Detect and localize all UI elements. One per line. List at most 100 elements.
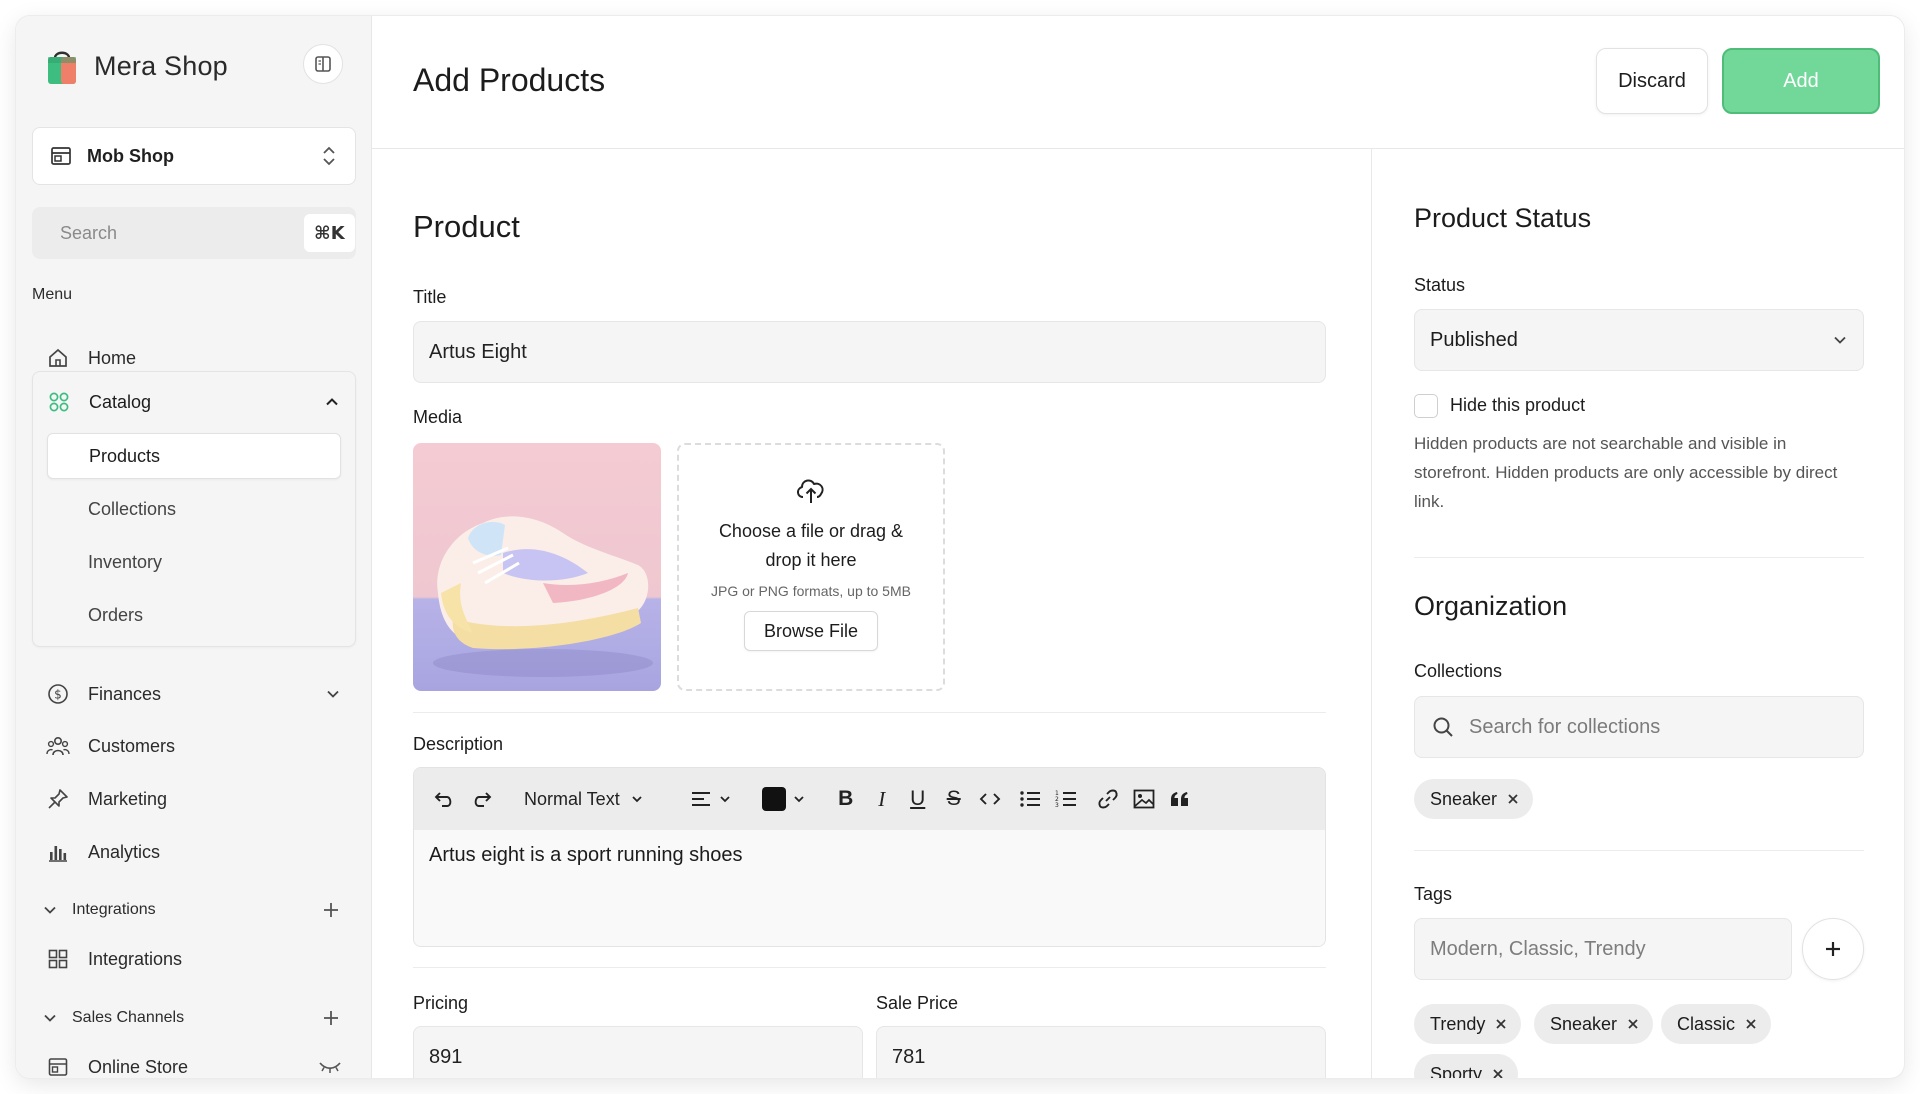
underline-button[interactable]: U — [900, 781, 936, 817]
remove-chip-button[interactable] — [1627, 1018, 1639, 1030]
bar-chart-icon — [49, 846, 67, 862]
strikethrough-button[interactable]: S — [936, 781, 972, 817]
menu-label: Menu — [32, 286, 73, 303]
remove-chip-button[interactable] — [1492, 1068, 1504, 1078]
chevron-down-icon — [327, 690, 339, 698]
text-style-dropdown[interactable]: Normal Text — [524, 781, 644, 817]
sidebar-item-inventory[interactable]: Inventory — [47, 539, 341, 585]
svg-text:$: $ — [54, 688, 62, 702]
numbered-list-icon: 123 — [1055, 790, 1076, 808]
collapse-sidebar-button[interactable] — [303, 44, 343, 84]
remove-chip-button[interactable] — [1745, 1018, 1757, 1030]
sidebar-item-label: Analytics — [88, 841, 161, 862]
sales-channels-section-header[interactable]: Sales Channels — [32, 1000, 356, 1036]
sidebar-item-integrations[interactable]: Integrations — [32, 937, 356, 981]
bold-button[interactable]: B — [828, 781, 864, 817]
sidebar-item-customers[interactable]: Customers — [32, 724, 356, 768]
undo-button[interactable] — [428, 781, 460, 817]
remove-chip-button[interactable] — [1495, 1018, 1507, 1030]
divider — [413, 712, 1326, 713]
section-label: Integrations — [72, 901, 156, 918]
search-input[interactable] — [60, 222, 292, 244]
sidebar-item-label: Integrations — [88, 948, 183, 969]
quote-button[interactable] — [1162, 781, 1198, 817]
page-title: Add Products — [413, 62, 606, 98]
plus-icon[interactable] — [322, 1009, 340, 1027]
sidebar-item-marketing[interactable]: Marketing — [32, 777, 356, 821]
browse-file-button[interactable]: Browse File — [744, 611, 878, 651]
tag-chip: Classic — [1661, 1004, 1772, 1044]
collections-label: Collections — [1414, 661, 1503, 681]
sidebar-item-analytics[interactable]: Analytics — [32, 830, 356, 874]
section-label: Sales Channels — [72, 1009, 185, 1026]
sidebar-item-collections[interactable]: Collections — [47, 486, 341, 532]
page-header: Add Products Discard Add — [372, 16, 1904, 149]
sidebar-item-products[interactable]: Products — [47, 433, 341, 479]
product-image[interactable] — [413, 443, 661, 691]
italic-icon: I — [878, 786, 886, 811]
sneaker-photo — [413, 443, 661, 691]
sidebar-search: ⌘K — [32, 207, 356, 259]
chip-label: Trendy — [1430, 1013, 1486, 1034]
image-icon — [1133, 789, 1155, 809]
integrations-section-header[interactable]: Integrations — [32, 892, 356, 928]
sidebar-item-orders[interactable]: Orders — [47, 592, 341, 638]
description-label: Description — [413, 734, 504, 754]
tags-label: Tags — [1414, 884, 1453, 904]
discard-button[interactable]: Discard — [1596, 48, 1708, 114]
chip-label: Classic — [1677, 1013, 1736, 1034]
image-button[interactable] — [1126, 781, 1162, 817]
product-section: Product Title Media — [372, 149, 1372, 1078]
remove-chip-button[interactable] — [1507, 793, 1519, 805]
sidebar-item-label: Catalog — [89, 391, 152, 412]
code-button[interactable] — [972, 781, 1008, 817]
dropzone-note: JPG or PNG formats, up to 5MB — [711, 583, 911, 599]
align-dropdown[interactable] — [690, 781, 732, 817]
italic-button[interactable]: I — [864, 781, 900, 817]
redo-icon — [474, 792, 492, 807]
status-dropdown[interactable]: Published — [1414, 309, 1864, 371]
main-content: Add Products Discard Add Product Title M… — [372, 16, 1904, 1078]
undo-icon — [434, 792, 452, 807]
chevron-up-icon — [326, 398, 338, 406]
title-input[interactable] — [413, 321, 1326, 383]
bullet-list-button[interactable] — [1012, 781, 1048, 817]
bullet-list-icon — [1020, 791, 1040, 807]
media-dropzone[interactable]: Choose a file or drag & drop it here JPG… — [677, 443, 945, 691]
redo-button[interactable] — [466, 781, 498, 817]
text-style-value: Normal Text — [524, 788, 620, 809]
bold-icon: B — [838, 787, 854, 810]
pricing-input[interactable] — [413, 1026, 863, 1078]
sidebar-item-label: Customers — [88, 735, 176, 756]
sale-price-input[interactable] — [876, 1026, 1326, 1078]
description-editor: Normal Text B I U S 1 2 3 Artus eight is… — [413, 767, 1326, 947]
sidebar-item-label: Finances — [88, 683, 162, 704]
sidebar-item-label: Online Store — [88, 1056, 189, 1077]
dollar-circle-icon: $ — [48, 684, 68, 704]
hide-product-label[interactable]: Hide this product — [1450, 395, 1585, 416]
add-tag-button[interactable] — [1802, 918, 1864, 980]
color-swatch — [761, 787, 786, 811]
sidebar-item-label: Marketing — [88, 788, 168, 809]
text-color-dropdown[interactable] — [761, 781, 806, 817]
link-button[interactable] — [1090, 781, 1126, 817]
eye-closed-icon[interactable] — [318, 1059, 342, 1075]
numbered-list-button[interactable]: 123 — [1048, 781, 1084, 817]
tag-chip: Trendy — [1414, 1004, 1522, 1044]
collections-search-input[interactable] — [1469, 715, 1847, 739]
svg-text:3: 3 — [1055, 802, 1059, 808]
store-switcher[interactable]: Mob Shop — [32, 127, 356, 185]
close-icon — [1508, 794, 1518, 804]
tags-input[interactable] — [1414, 918, 1792, 980]
add-button[interactable]: Add — [1722, 48, 1880, 114]
brand[interactable]: Mera Shop — [42, 44, 228, 88]
sidebar-item-online-store[interactable]: Online Store — [32, 1045, 356, 1078]
hide-product-checkbox[interactable] — [1414, 394, 1438, 418]
sidebar-item-catalog[interactable]: Catalog — [33, 380, 355, 424]
tag-chip: Sneaker — [1534, 1004, 1654, 1044]
description-textarea[interactable]: Artus eight is a sport running shoes — [414, 830, 1325, 946]
plus-icon[interactable] — [322, 901, 340, 919]
sidebar-item-finances[interactable]: $ Finances — [32, 672, 356, 716]
chevron-up-down-icon — [323, 146, 335, 166]
cloud-upload-icon — [797, 479, 824, 503]
